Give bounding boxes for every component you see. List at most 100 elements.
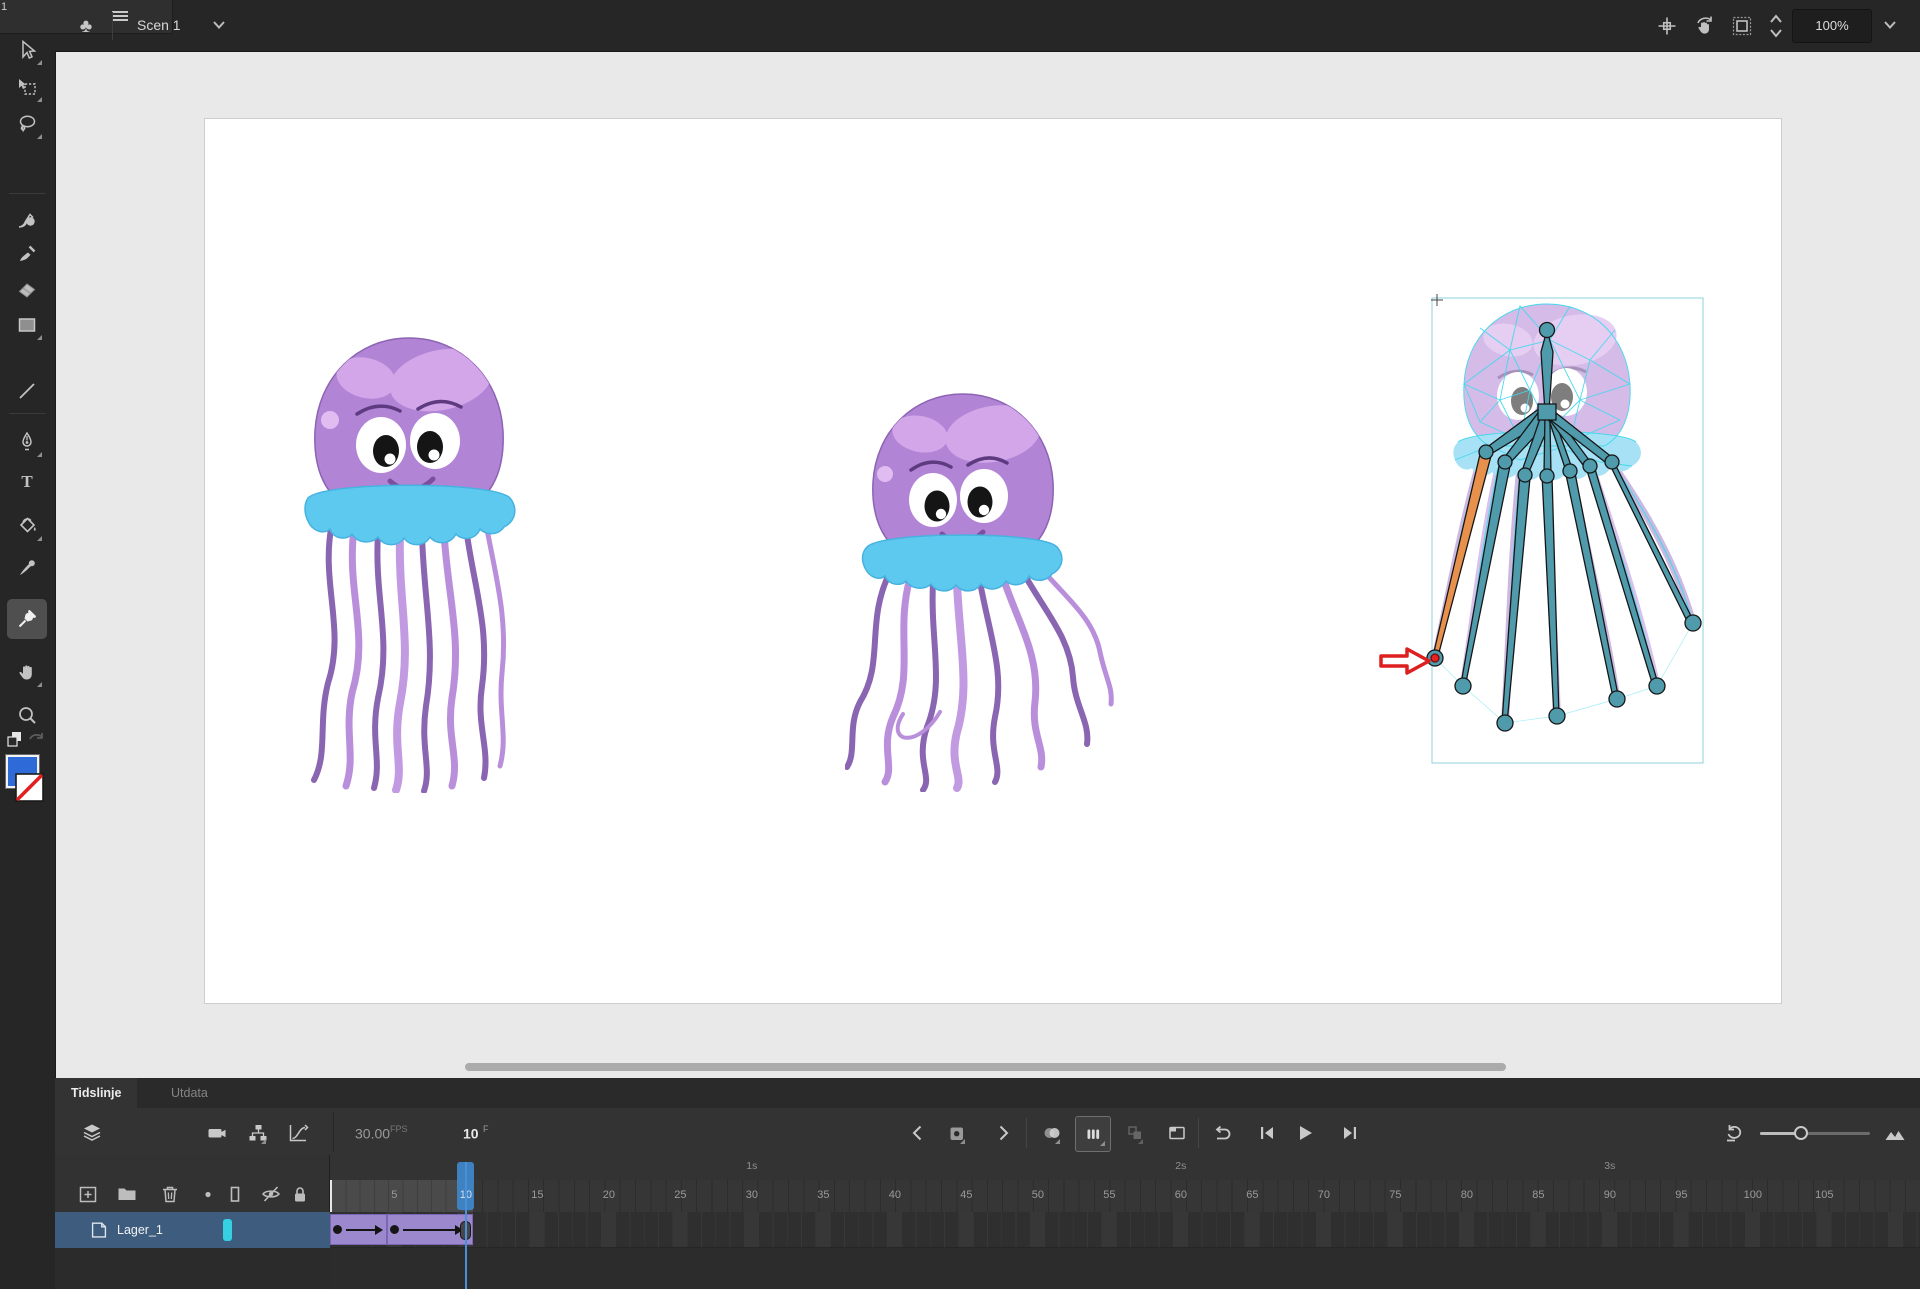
- show-hide-layers-toggle[interactable]: [259, 1182, 283, 1206]
- fluid-brush-tool[interactable]: [7, 199, 47, 239]
- tab-tidslinje[interactable]: Tidslinje: [55, 1078, 137, 1108]
- panel-tab-bar: Tidslinje Utdata: [55, 1078, 1920, 1108]
- parenting-view-button[interactable]: [245, 1117, 271, 1149]
- frame-number: 65: [1246, 1189, 1258, 1201]
- timeline-seconds-ruler: 1s2s3s: [330, 1155, 1920, 1180]
- layer-color-chip[interactable]: [223, 1219, 232, 1241]
- panel-label-fragment: 1: [1, 1, 9, 17]
- zoom-stepper-icon[interactable]: [1768, 12, 1784, 40]
- scene-name[interactable]: Scen 1: [137, 0, 181, 51]
- timeline-zoom-slider-track[interactable]: [1760, 1132, 1870, 1135]
- center-stage-icon[interactable]: [1655, 14, 1679, 38]
- play-button[interactable]: [1292, 1117, 1318, 1149]
- layer-name: Lager_1: [117, 1223, 163, 1237]
- timeline-frame-ruler[interactable]: 5152025303540455055606570758085909510010…: [330, 1180, 1920, 1212]
- keyframe-dot[interactable]: [333, 1225, 342, 1234]
- edit-multiple-frames-button[interactable]: [1122, 1117, 1148, 1149]
- layer-list-empty[interactable]: [55, 1248, 330, 1289]
- tools-panel: T: [0, 51, 56, 1289]
- fps-unit: FPS: [390, 1124, 408, 1134]
- lasso-tool[interactable]: [7, 104, 47, 144]
- divider: [9, 413, 46, 414]
- frame-number: 95: [1675, 1189, 1687, 1201]
- layer-page-icon: [88, 1219, 110, 1241]
- pen-tool[interactable]: [7, 422, 47, 462]
- new-folder-button[interactable]: [115, 1182, 139, 1206]
- symbol-clover-icon[interactable]: ♣: [74, 14, 98, 38]
- outline-view-toggle[interactable]: [223, 1182, 247, 1206]
- classic-brush-tool[interactable]: [7, 234, 47, 274]
- frame-number: 105: [1815, 1189, 1833, 1201]
- reset-timeline-zoom-button[interactable]: [1722, 1117, 1748, 1149]
- tab-utdata[interactable]: Utdata: [155, 1078, 224, 1108]
- step-back-button[interactable]: [1254, 1117, 1280, 1149]
- onion-skin-button[interactable]: [1039, 1117, 1065, 1149]
- frame-number: 20: [603, 1189, 615, 1201]
- loop-playback-button[interactable]: [1209, 1117, 1235, 1149]
- fps-display[interactable]: 30.00FPS: [355, 1124, 408, 1143]
- onion-skin-outlines-button[interactable]: [1075, 1116, 1111, 1152]
- rectangle-tool[interactable]: [7, 305, 47, 345]
- insert-keyframe-button[interactable]: [944, 1117, 970, 1149]
- create-loop-range-button[interactable]: [1164, 1117, 1190, 1149]
- frame-number: 60: [1175, 1189, 1187, 1201]
- rotate-view-icon[interactable]: [1693, 14, 1717, 38]
- jellyfish-middle[interactable]: [845, 382, 1115, 792]
- frame-number: 35: [817, 1189, 829, 1201]
- jellyfish-left[interactable]: [294, 328, 524, 793]
- previous-keyframe-button[interactable]: [905, 1117, 931, 1149]
- layers-icon[interactable]: [79, 1117, 105, 1149]
- delete-layer-button[interactable]: [158, 1182, 182, 1206]
- layer-frames-row[interactable]: [330, 1212, 1920, 1248]
- divider: [1198, 1118, 1199, 1148]
- camera-button[interactable]: [204, 1117, 230, 1149]
- swap-colors-icon[interactable]: [26, 729, 48, 751]
- playhead-line: [465, 1162, 467, 1289]
- frame-number: 45: [960, 1189, 972, 1201]
- zoom-dropdown-icon[interactable]: [1883, 20, 1897, 30]
- frame-number: 50: [1032, 1189, 1044, 1201]
- asset-warp-tool[interactable]: [7, 599, 47, 639]
- keyframe-dot[interactable]: [390, 1225, 399, 1234]
- divider: [112, 12, 113, 40]
- timeline-frames-area[interactable]: 1s2s3s 515202530354045505560657075808590…: [330, 1155, 1920, 1289]
- frames-empty-area[interactable]: [330, 1248, 1920, 1289]
- frame-number: 90: [1604, 1189, 1616, 1201]
- layer-row[interactable]: Lager_1: [55, 1212, 330, 1248]
- zoom-level-input[interactable]: 100%: [1792, 9, 1872, 43]
- current-frame-display[interactable]: 10 F: [463, 1124, 489, 1143]
- selection-tool[interactable]: [7, 30, 47, 70]
- layer-list: Lager_1: [55, 1155, 330, 1289]
- eyedropper-tool[interactable]: [7, 548, 47, 588]
- no-color-swatch[interactable]: [15, 773, 45, 803]
- graph-editor-button[interactable]: [285, 1117, 311, 1149]
- frame-number: 85: [1532, 1189, 1544, 1201]
- step-forward-button[interactable]: [1337, 1117, 1363, 1149]
- frame-number: 75: [1389, 1189, 1401, 1201]
- paint-bucket-tool[interactable]: [7, 506, 47, 546]
- scene-chevron-icon[interactable]: [212, 20, 226, 30]
- frame-number: 70: [1318, 1189, 1330, 1201]
- frame-number: 30: [746, 1189, 758, 1201]
- jellyfish-rigged[interactable]: [1420, 290, 1720, 780]
- subselection-transform-tool[interactable]: [7, 67, 47, 107]
- eraser-tool[interactable]: [7, 269, 47, 309]
- armature-hub[interactable]: [1538, 404, 1556, 420]
- top-bar: 1 ♣ Scen 1 100%: [0, 0, 1920, 52]
- text-tool[interactable]: T: [7, 461, 47, 501]
- seconds-label: 3s: [1604, 1160, 1615, 1172]
- lock-layers-toggle[interactable]: [288, 1182, 312, 1206]
- default-colors-icon[interactable]: [4, 729, 26, 751]
- new-layer-button[interactable]: [76, 1182, 100, 1206]
- hand-tool[interactable]: [7, 652, 47, 692]
- populated-frames-block: [330, 1180, 473, 1212]
- clip-content-icon[interactable]: [1730, 14, 1754, 38]
- red-pointer-arrow: [1378, 646, 1432, 676]
- tween-arrow: [403, 1229, 456, 1231]
- canvas-horizontal-scrollbar[interactable]: [465, 1063, 1506, 1071]
- highlight-layers-toggle[interactable]: [196, 1182, 220, 1206]
- timeline-zoom-slider-knob[interactable]: [1794, 1126, 1808, 1140]
- line-tool[interactable]: [7, 371, 47, 411]
- frame-view-button[interactable]: [1882, 1117, 1908, 1149]
- next-keyframe-button[interactable]: [990, 1117, 1016, 1149]
